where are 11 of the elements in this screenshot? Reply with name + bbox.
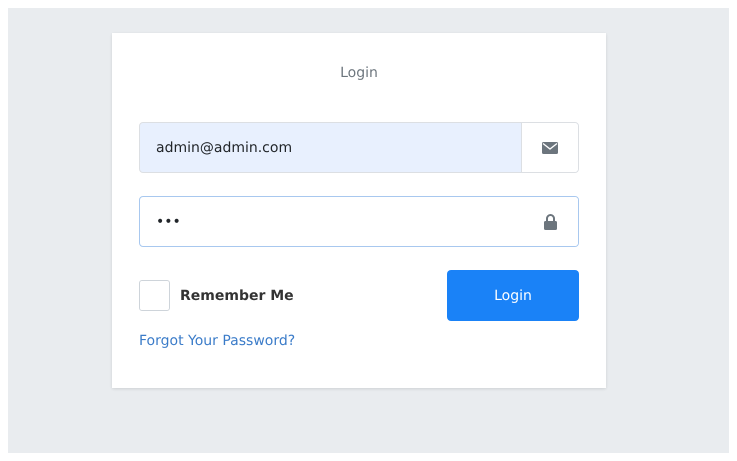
- email-input-group[interactable]: admin@admin.com: [139, 122, 579, 173]
- envelope-icon: [542, 142, 558, 154]
- card-title: Login: [339, 65, 379, 81]
- forgot-password-link[interactable]: Forgot Your Password?: [139, 333, 296, 349]
- checkbox[interactable]: [139, 280, 170, 311]
- lock-icon: [544, 214, 556, 230]
- checkbox-label: Remember Me: [180, 288, 294, 304]
- email-field[interactable]: admin@admin.com: [156, 123, 505, 172]
- login-button[interactable]: Login: [447, 270, 579, 321]
- password-input-group[interactable]: •••: [139, 196, 579, 247]
- password-field[interactable]: •••: [156, 197, 505, 246]
